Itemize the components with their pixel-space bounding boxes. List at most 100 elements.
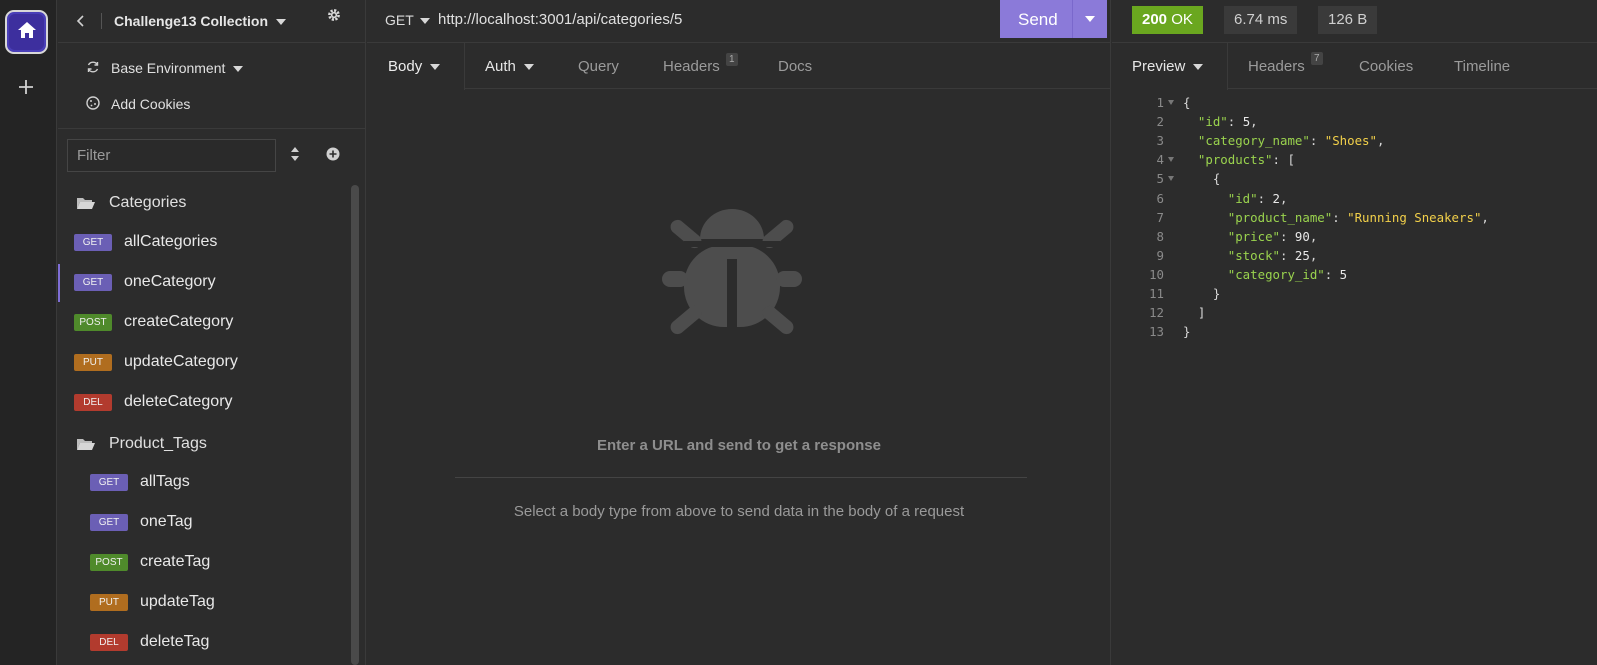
request-item-createcategory[interactable]: POST createCategory	[58, 304, 354, 342]
response-pane: 200 OK 6.74 ms 126 B Preview Headers 7 C…	[1112, 0, 1597, 665]
chevron-down-icon	[430, 64, 441, 71]
request-label: oneTag	[140, 513, 193, 530]
code-text: "category_name": "Shoes",	[1197, 133, 1385, 149]
code-text: {	[1183, 95, 1191, 110]
code-line: 6 "id": 2,	[1112, 191, 1597, 210]
divider	[58, 128, 366, 129]
tab-response-headers[interactable]: Headers	[1248, 58, 1305, 75]
fold-toggle-icon[interactable]	[1168, 176, 1174, 182]
fold-toggle-icon[interactable]	[1168, 157, 1174, 163]
add-workspace-button[interactable]	[12, 74, 40, 102]
collection-title: Challenge13 Collection	[114, 12, 269, 29]
back-icon[interactable]	[67, 14, 95, 28]
tab-preview[interactable]: Preview	[1132, 58, 1204, 75]
request-tabs: Body Auth Query Headers 1 Docs	[367, 43, 1111, 90]
method-badge: GET	[74, 234, 112, 251]
request-label: createCategory	[124, 313, 234, 330]
gear-icon[interactable]	[326, 7, 342, 27]
request-item-allcategories[interactable]: GET allCategories	[58, 224, 354, 262]
filter-input[interactable]	[67, 139, 276, 172]
status-text: OK	[1171, 11, 1193, 28]
line-number: 10	[1149, 266, 1164, 282]
code-line: 2 "id": 5,	[1112, 114, 1597, 133]
method-badge: GET	[90, 514, 128, 531]
add-cookies-label: Add Cookies	[111, 96, 191, 112]
tab-label: Docs	[778, 58, 813, 75]
tab-docs[interactable]: Docs	[778, 43, 812, 89]
method-badge: POST	[90, 554, 128, 571]
response-header: 200 OK 6.74 ms 126 B	[1112, 0, 1597, 43]
bug-icon	[660, 197, 804, 347]
request-item-updatetag[interactable]: PUT updateTag	[58, 584, 354, 622]
url-bar: GET http://localhost:3001/api/categories…	[367, 0, 1111, 43]
code-line: 8 "price": 90,	[1112, 229, 1597, 248]
folder-categories[interactable]: Categories	[58, 185, 354, 221]
response-headers-count-badge: 7	[1311, 52, 1323, 65]
url-input[interactable]: http://localhost:3001/api/categories/5	[438, 11, 682, 28]
tab-label: Query	[578, 58, 619, 75]
request-item-deletetag[interactable]: DEL deleteTag	[58, 624, 354, 662]
method-selector[interactable]: GET	[385, 12, 430, 28]
method-badge: DEL	[74, 394, 112, 411]
tab-label: Cookies	[1359, 58, 1414, 75]
request-item-deletecategory[interactable]: DEL deleteCategory	[58, 384, 354, 422]
tab-label: Auth	[485, 58, 516, 75]
method-badge: GET	[74, 274, 112, 291]
tab-label: Headers	[663, 58, 720, 75]
code-line: 4 "products": [	[1112, 152, 1597, 171]
code-text: "id": 2,	[1227, 190, 1288, 206]
folder-open-icon	[76, 196, 96, 214]
fold-toggle-icon[interactable]	[1168, 100, 1174, 105]
headers-count-badge: 1	[726, 53, 738, 66]
method-badge: PUT	[90, 594, 128, 611]
home-icon	[17, 21, 37, 43]
request-item-alltags[interactable]: GET allTags	[58, 464, 354, 502]
request-item-createtag[interactable]: POST createTag	[58, 544, 354, 582]
home-button[interactable]	[5, 10, 48, 54]
add-circle-icon[interactable]	[326, 147, 340, 165]
tab-body[interactable]: Body	[388, 43, 441, 89]
tab-query[interactable]: Query	[578, 43, 619, 89]
code-text: "category_id": 5	[1227, 266, 1348, 282]
code-line: 10 "category_id": 5	[1112, 267, 1597, 286]
send-button[interactable]: Send	[1000, 0, 1107, 38]
request-label: deleteCategory	[124, 393, 233, 410]
collection-dropdown[interactable]: Challenge13 Collection	[114, 12, 287, 30]
line-number: 8	[1156, 228, 1164, 244]
line-number: 13	[1149, 324, 1164, 340]
code-line: 9 "stock": 25,	[1112, 248, 1597, 267]
line-number: 12	[1149, 305, 1164, 321]
request-item-onecategory[interactable]: GET oneCategory	[58, 264, 354, 302]
tab-label: Preview	[1132, 58, 1186, 75]
code-line: 13}	[1112, 324, 1597, 343]
environment-selector[interactable]: Base Environment	[58, 52, 366, 84]
cookie-icon	[86, 96, 100, 114]
chevron-down-icon	[419, 18, 430, 25]
sidebar-scrollbar[interactable]	[351, 185, 359, 665]
tab-cookies[interactable]: Cookies	[1359, 58, 1413, 75]
request-item-updatecategory[interactable]: PUT updateCategory	[58, 344, 354, 382]
tab-timeline[interactable]: Timeline	[1454, 58, 1510, 75]
sort-icon[interactable]	[290, 146, 300, 166]
request-label: oneCategory	[124, 273, 216, 290]
tab-headers[interactable]: Headers	[663, 43, 720, 89]
code-line: 3 "category_name": "Shoes",	[1112, 133, 1597, 152]
line-number: 2	[1156, 114, 1164, 130]
chevron-down-icon	[1085, 16, 1095, 22]
folder-label: Categories	[109, 194, 187, 211]
tab-label: Headers	[1248, 58, 1305, 75]
empty-state-title: Enter a URL and send to get a response	[597, 437, 881, 454]
send-label: Send	[1018, 10, 1058, 29]
method-badge: POST	[74, 314, 112, 331]
add-cookies-button[interactable]: Add Cookies	[58, 88, 366, 120]
line-number: 9	[1156, 247, 1164, 263]
method-badge: GET	[90, 474, 128, 491]
line-number: 1	[1156, 95, 1164, 110]
status-badge: 200 OK	[1132, 6, 1203, 34]
method-label: GET	[385, 12, 414, 28]
send-options-button[interactable]	[1072, 0, 1107, 38]
request-item-onetag[interactable]: GET oneTag	[58, 504, 354, 542]
tab-auth[interactable]: Auth	[485, 43, 534, 89]
chevron-down-icon	[276, 18, 287, 25]
folder-product-tags[interactable]: Product_Tags	[58, 426, 354, 462]
